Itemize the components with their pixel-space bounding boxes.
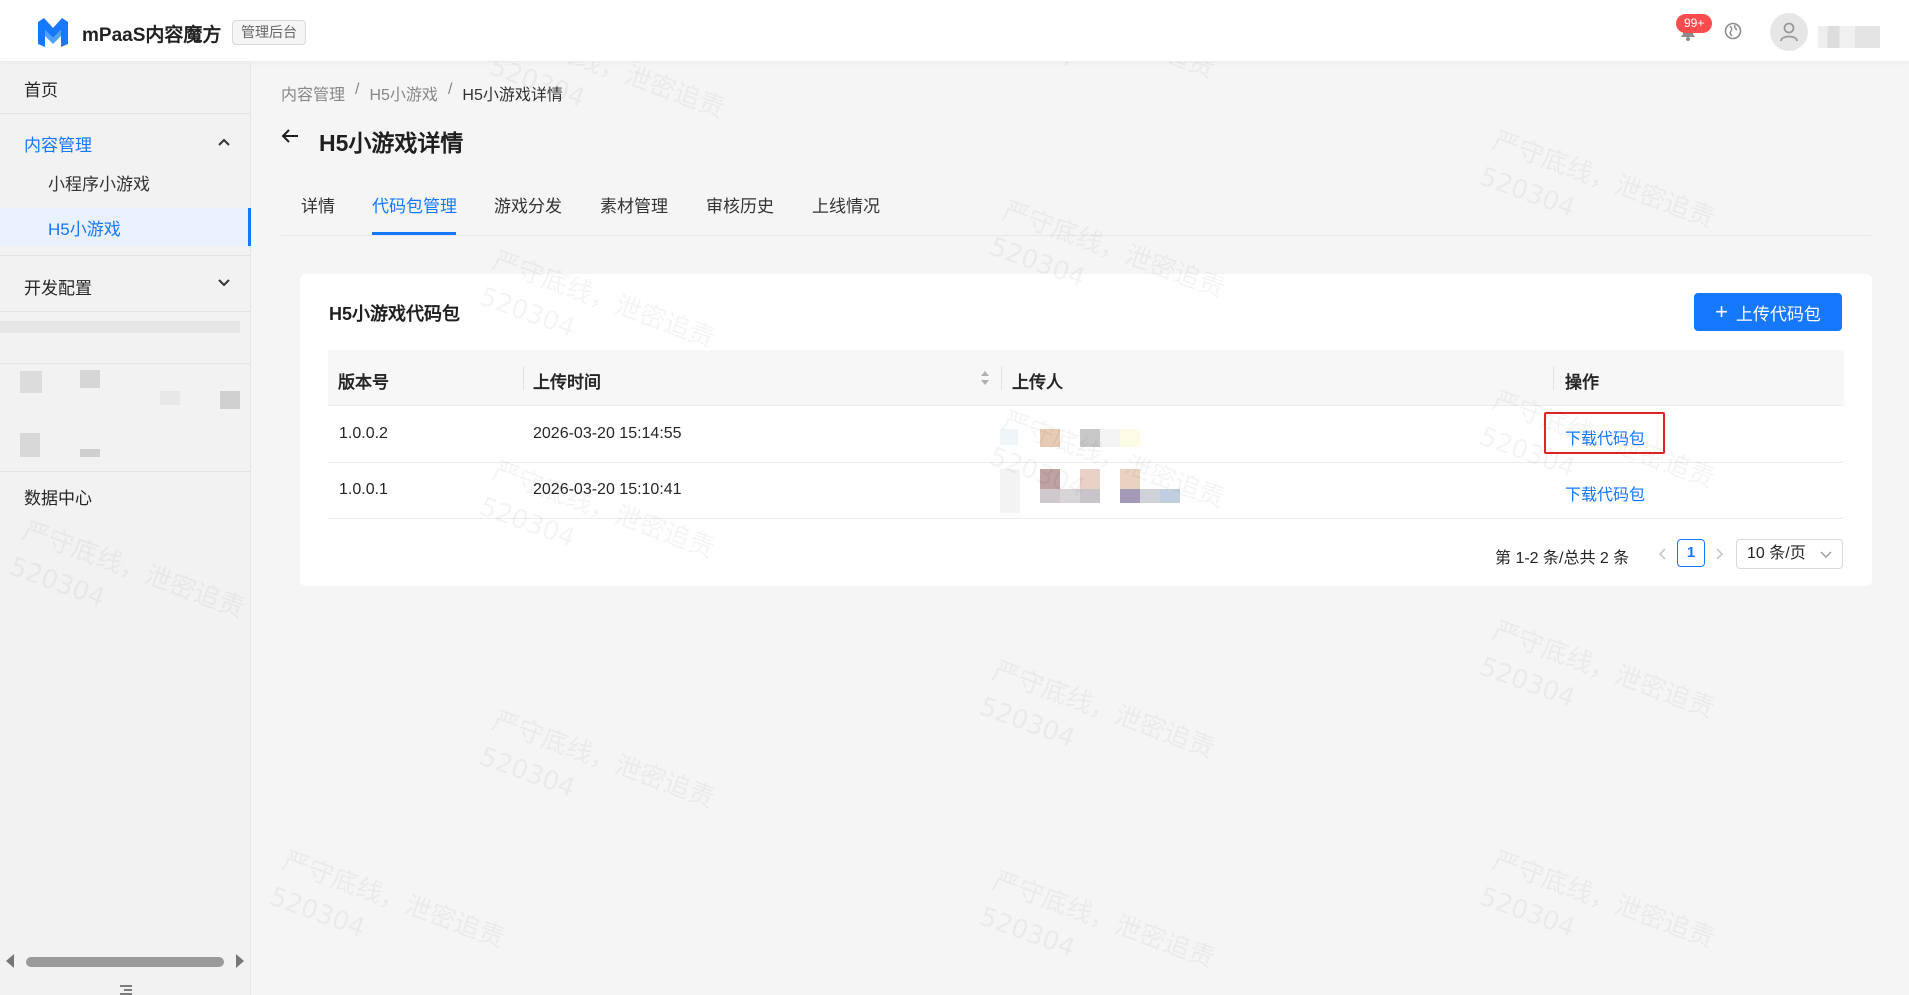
avatar[interactable]	[1770, 13, 1808, 51]
cell-version: 1.0.0.2	[339, 425, 388, 442]
sidebar: 首页 内容管理 小程序小游戏 H5小游戏 开发配置 数据中心	[0, 63, 251, 995]
watermark: 严守底线，泄密追责 520304	[1474, 612, 1720, 763]
tab-code-package[interactable]: 代码包管理	[372, 196, 457, 236]
sidebar-divider	[0, 311, 250, 312]
cell-version: 1.0.0.1	[339, 481, 388, 498]
page-size-value: 10 条/页	[1747, 545, 1806, 562]
redacted-menu-item[interactable]	[20, 433, 40, 457]
chevron-left-icon[interactable]	[1655, 546, 1671, 562]
top-header: mPaaS内容魔方 管理后台 99+	[0, 0, 1909, 62]
breadcrumb: 内容管理 / H5小游戏 / H5小游戏详情	[281, 81, 563, 105]
column-header-version: 版本号	[338, 373, 389, 392]
page-size-select[interactable]: 10 条/页	[1736, 539, 1843, 569]
app-name[interactable]: mPaaS内容魔方	[82, 20, 221, 47]
sidebar-item-home[interactable]: 首页	[24, 76, 58, 101]
sort-icon[interactable]	[980, 370, 990, 386]
tab-assets[interactable]: 素材管理	[600, 196, 668, 236]
tab-bar: 详情 代码包管理 游戏分发 素材管理 审核历史 上线情况	[281, 196, 1871, 236]
watermark: 严守底线，泄密追责 520304	[474, 702, 720, 853]
sidebar-divider	[0, 363, 250, 364]
chevron-right-icon[interactable]	[1711, 546, 1727, 562]
tab-online-status[interactable]: 上线情况	[812, 196, 880, 236]
breadcrumb-separator: /	[355, 81, 360, 98]
column-header-actions: 操作	[1565, 373, 1599, 392]
tab-review-history[interactable]: 审核历史	[706, 196, 774, 236]
cell-upload-time: 2026-03-20 15:14:55	[533, 425, 682, 442]
column-header-uploader: 上传人	[1012, 373, 1063, 392]
pagination-total: 第 1-2 条/总共 2 条	[1495, 550, 1630, 567]
table-header: 版本号 上传时间 上传人 操作	[328, 350, 1844, 406]
sidebar-item-h5-games[interactable]: H5小游戏	[48, 215, 121, 240]
cell-upload-time: 2026-03-20 15:10:41	[533, 481, 682, 498]
breadcrumb-item-current: H5小游戏详情	[462, 87, 563, 104]
column-header-upload-time[interactable]: 上传时间	[533, 368, 601, 393]
menu-collapse-icon[interactable]	[118, 984, 134, 995]
column-separator	[1553, 366, 1554, 390]
watermark: 严守底线，泄密追责 520304	[264, 842, 510, 993]
sidebar-divider	[0, 255, 250, 256]
breadcrumb-separator: /	[447, 81, 453, 98]
redacted-menu-item[interactable]	[20, 371, 42, 393]
upload-button-label: 上传代码包	[1735, 304, 1821, 324]
back-arrow-icon[interactable]	[280, 126, 300, 146]
sidebar-horizontal-scrollbar[interactable]	[0, 950, 251, 972]
chevron-down-icon[interactable]	[217, 276, 231, 290]
card-title: H5小游戏代码包	[329, 304, 461, 324]
tab-game-distribution[interactable]: 游戏分发	[494, 196, 562, 236]
notification-badge: 99+	[1676, 14, 1713, 33]
scroll-left-arrow-icon[interactable]	[6, 954, 14, 968]
redacted-menu-item[interactable]	[80, 370, 100, 388]
sidebar-divider	[0, 471, 250, 472]
active-tab-indicator	[372, 232, 456, 235]
sidebar-item-data-center[interactable]: 数据中心	[24, 484, 92, 509]
upload-code-package-button[interactable]: + 上传代码包	[1694, 293, 1842, 331]
chevron-up-icon[interactable]	[217, 135, 231, 149]
sidebar-group-content[interactable]: 内容管理	[24, 131, 92, 156]
sidebar-selected-highlight	[0, 208, 251, 246]
redacted-menu-item[interactable]	[0, 321, 240, 333]
plus-icon: +	[1715, 299, 1728, 324]
app-tag: 管理后台	[232, 20, 306, 45]
globe-icon[interactable]	[1724, 22, 1742, 40]
breadcrumb-item-content[interactable]: 内容管理	[281, 81, 345, 105]
chevron-down-icon	[1820, 551, 1832, 558]
app-logo-icon[interactable]	[36, 16, 70, 48]
table-row: 1.0.0.1 2026-03-20 15:10:41 下载代码包	[328, 463, 1844, 519]
watermark: 严守底线，泄密追责 520304	[1474, 842, 1720, 993]
username-redacted[interactable]	[1818, 26, 1880, 48]
highlight-annotation-box	[1544, 412, 1665, 454]
redacted-menu-item	[160, 391, 180, 405]
breadcrumb-item-h5-games[interactable]: H5小游戏	[369, 81, 437, 105]
sidebar-item-mini-program-games[interactable]: 小程序小游戏	[48, 170, 150, 195]
sidebar-group-dev-config[interactable]: 开发配置	[24, 274, 92, 299]
redacted-menu-item	[220, 391, 240, 409]
page-title: H5小游戏详情	[319, 130, 464, 156]
redacted-menu-item	[80, 449, 100, 457]
column-separator	[1001, 366, 1002, 390]
watermark: 严守底线，泄密追责 520304	[974, 652, 1220, 803]
column-separator	[523, 366, 524, 390]
scrollbar-thumb[interactable]	[26, 957, 224, 967]
watermark: 严守底线，泄密追责 520304	[974, 862, 1220, 995]
pagination-page-1[interactable]: 1	[1677, 539, 1705, 567]
tab-details[interactable]: 详情	[301, 196, 335, 236]
download-code-package-link[interactable]: 下载代码包	[1565, 481, 1645, 505]
user-icon	[1780, 22, 1798, 42]
sidebar-divider	[0, 113, 250, 114]
scroll-right-arrow-icon[interactable]	[236, 954, 244, 968]
